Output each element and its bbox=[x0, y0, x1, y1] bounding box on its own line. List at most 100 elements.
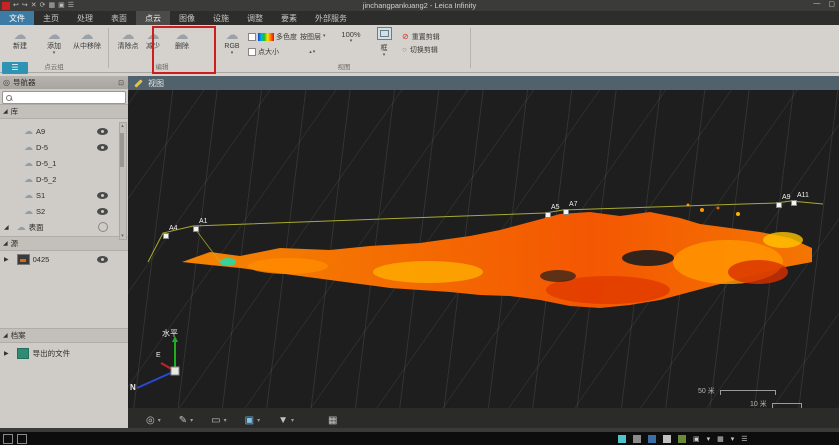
ribbon-separator bbox=[470, 28, 471, 68]
tray-icon[interactable] bbox=[633, 435, 641, 443]
minimize-button[interactable]: — bbox=[813, 0, 820, 8]
expand-icon[interactable]: ◢ bbox=[3, 332, 8, 339]
visibility-eye-icon[interactable] bbox=[97, 128, 108, 135]
tray-icon[interactable] bbox=[648, 435, 656, 443]
zoom-level-dropdown[interactable]: 100% ▾ bbox=[336, 31, 366, 44]
tab-home[interactable]: 主页 bbox=[34, 11, 68, 25]
visibility-eye-icon[interactable] bbox=[97, 192, 108, 199]
by-layer-controls: 按图层 ▾ ▴▾ bbox=[300, 31, 326, 57]
gradient-icon bbox=[258, 33, 274, 41]
tree-item-a9[interactable]: ☁ A9 bbox=[0, 124, 120, 138]
tab-surfaces[interactable]: 表面 bbox=[102, 11, 136, 25]
scalebar-10m bbox=[772, 403, 802, 404]
collapsed-icon[interactable]: ▶ bbox=[4, 350, 9, 357]
tab-external-services[interactable]: 外部服务 bbox=[306, 11, 356, 25]
wrench-icon bbox=[134, 79, 142, 87]
expand-icon[interactable]: ◢ bbox=[3, 108, 8, 115]
annotation-highlight-box bbox=[152, 26, 216, 74]
visibility-eye-icon[interactable] bbox=[97, 144, 108, 151]
tray-glyph-icon[interactable]: ▦ bbox=[717, 435, 724, 443]
visibility-eye-icon[interactable] bbox=[97, 256, 108, 263]
tray-glyph-icon[interactable]: ☰ bbox=[741, 435, 747, 443]
tray-icon[interactable] bbox=[618, 435, 626, 443]
tree-scrollbar[interactable]: ▴ ▾ bbox=[119, 122, 127, 240]
pin-icon[interactable]: ⊡ bbox=[118, 79, 124, 87]
remove-from-group-button[interactable]: ☁ 从中移除 bbox=[68, 27, 106, 51]
ribbon-separator bbox=[108, 28, 109, 68]
funnel-icon: ▼ bbox=[278, 415, 288, 426]
axis-north-label: N bbox=[130, 383, 136, 392]
point-size-stepper[interactable]: ▴▾ bbox=[309, 49, 316, 55]
pointcloud-render bbox=[128, 90, 839, 408]
tree-item-0425[interactable]: ▶ 0425 bbox=[0, 252, 120, 266]
multichroma-label: 多色度 bbox=[276, 32, 297, 42]
cloud-add-icon: ☁ bbox=[38, 27, 70, 43]
tree-item-s2[interactable]: ☁ S2 bbox=[0, 204, 120, 218]
rgb-colorize-button[interactable]: ☁ RGB ▾ bbox=[218, 27, 246, 56]
cloud-new-icon: ☁ bbox=[4, 27, 36, 43]
tray-icon[interactable] bbox=[678, 435, 686, 443]
expand-icon[interactable]: ◢ bbox=[3, 240, 8, 247]
taskbar-icon[interactable] bbox=[3, 434, 13, 444]
section-source[interactable]: ◢ 源 bbox=[0, 236, 128, 251]
tab-adjustments[interactable]: 调整 bbox=[238, 11, 272, 25]
scan-thumbnail-icon bbox=[17, 254, 30, 265]
by-layer-dropdown[interactable]: 按图层 bbox=[300, 32, 321, 42]
add-to-group-button[interactable]: ☁ 添加 ▾ bbox=[38, 27, 70, 56]
edit-tool-button[interactable]: ✎ ▾ bbox=[179, 415, 193, 426]
taskbar-icon[interactable] bbox=[17, 434, 27, 444]
tab-infrastructure[interactable]: 设施 bbox=[204, 11, 238, 25]
multichroma-checkbox[interactable] bbox=[248, 33, 256, 41]
tray-icon[interactable] bbox=[663, 435, 671, 443]
view-mode-button[interactable]: ▣ ▾ bbox=[245, 415, 260, 426]
tree-item-s1[interactable]: ☁ S1 bbox=[0, 188, 120, 202]
clip-box-button[interactable]: 框 ▾ bbox=[372, 27, 396, 58]
box-select-icon: ▭ bbox=[211, 415, 220, 426]
title-bar: ↩ ↪ ✕ ⟳ ▦ ▣ ☰ jinchangpankuang2 - Leica … bbox=[0, 0, 839, 11]
navigator-panel: ◎ 导航器 ⊡ ◢ 库 ☁ A9 ☁ D-5 ☁ D-5_1 ☁ D-5_2 bbox=[0, 76, 129, 432]
application-window: ↩ ↪ ✕ ⟳ ▦ ▣ ☰ jinchangpankuang2 - Leica … bbox=[0, 0, 839, 445]
tab-imaging[interactable]: 图像 bbox=[170, 11, 204, 25]
visibility-eye-icon[interactable] bbox=[97, 208, 108, 215]
tab-file[interactable]: 文件 bbox=[0, 11, 34, 25]
section-archive[interactable]: ◢ 档案 bbox=[0, 328, 128, 343]
axis-up-label: 水平 bbox=[162, 328, 178, 339]
tree-item-exported-files[interactable]: ▶ 导出的文件 bbox=[0, 346, 120, 360]
search-input[interactable] bbox=[12, 93, 125, 102]
filter-tool-button[interactable]: ▼ ▾ bbox=[278, 415, 294, 426]
toggle-clip-button[interactable]: 切换剪辑 bbox=[410, 45, 438, 55]
reset-clip-icon: ⊘ bbox=[402, 32, 409, 41]
maximize-button[interactable]: ▢ bbox=[828, 0, 835, 8]
tab-pointcloud[interactable]: 点云 bbox=[136, 11, 170, 25]
tab-features[interactable]: 要素 bbox=[272, 11, 306, 25]
pointcloud-icon: ☁ bbox=[24, 158, 33, 168]
pointcloud-icon: ☁ bbox=[24, 126, 33, 136]
group-label-view: 视图 bbox=[218, 61, 470, 71]
tree-item-d5[interactable]: ☁ D-5 bbox=[0, 140, 120, 154]
orbit-tool-button[interactable]: ◎ ▾ bbox=[146, 415, 161, 426]
section-library[interactable]: ◢ 库 bbox=[0, 104, 128, 119]
tree-item-surfaces[interactable]: ◢ ☁ 表面 bbox=[0, 220, 120, 234]
cloud-rgb-icon: ☁ bbox=[218, 27, 246, 43]
tray-glyph-icon[interactable]: ▾ bbox=[731, 435, 735, 443]
ribbon: ☁ 新建 ☁ 添加 ▾ ☁ 从中移除 点云组 ☁ 清除点 ☁ 减少 ▾ ☁ 删除 bbox=[0, 25, 839, 73]
ribbon-tab-row: 文件 主页 处理 表面 点云 图像 设施 调整 要素 外部服务 bbox=[0, 11, 839, 25]
selection-tool-button[interactable]: ▭ ▾ bbox=[211, 415, 226, 426]
new-pointcloud-group-button[interactable]: ☁ 新建 bbox=[4, 27, 36, 51]
navigator-search[interactable] bbox=[2, 91, 126, 104]
tab-processing[interactable]: 处理 bbox=[68, 11, 102, 25]
expand-icon[interactable]: ◢ bbox=[4, 224, 9, 231]
viewport-3d[interactable]: A4 A1 A5 A7 A9 A11 水平 E N 50 米 10 米 bbox=[128, 90, 839, 408]
panel-toggle-button[interactable]: ☰ bbox=[2, 62, 28, 74]
tray-glyph-icon[interactable]: ▾ bbox=[707, 435, 711, 443]
axis-east-label: E bbox=[156, 352, 161, 359]
color-mode-controls: 多色度 点大小 bbox=[248, 31, 297, 57]
window-title: jinchangpankuang2 - Leica Infinity bbox=[0, 1, 839, 10]
point-size-checkbox[interactable] bbox=[248, 48, 256, 56]
tree-item-d5-1[interactable]: ☁ D-5_1 bbox=[0, 156, 120, 170]
collapsed-icon[interactable]: ▶ bbox=[4, 256, 9, 263]
grid-toggle-button[interactable]: ▦ bbox=[328, 415, 337, 426]
tree-item-d5-2[interactable]: ☁ D-5_2 bbox=[0, 172, 120, 186]
tray-glyph-icon[interactable]: ▣ bbox=[693, 435, 700, 443]
reset-clip-button[interactable]: 重置剪辑 bbox=[412, 32, 440, 42]
